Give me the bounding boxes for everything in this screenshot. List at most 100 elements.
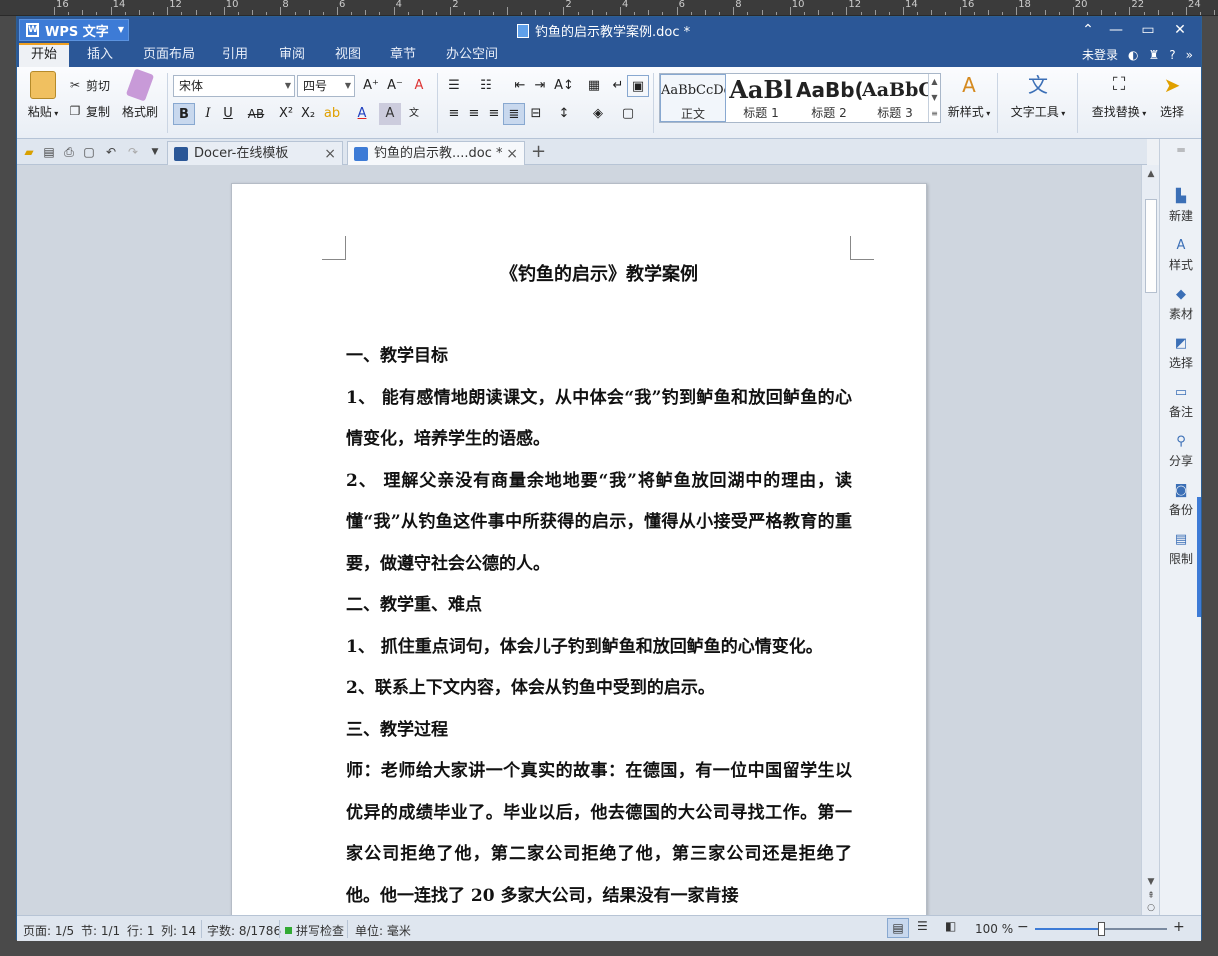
zoom-slider[interactable] — [1035, 922, 1167, 936]
strikethrough-icon[interactable]: AB — [243, 103, 269, 125]
zoom-out-icon[interactable]: − — [1017, 919, 1029, 935]
tab-view[interactable]: 视图 — [323, 43, 373, 67]
side-panel-menu-icon[interactable]: ═ — [1160, 143, 1202, 157]
side-material-button[interactable]: ◆ 素材 — [1160, 287, 1202, 322]
save-icon[interactable]: ▤ — [41, 144, 57, 160]
close-tab-icon[interactable]: × — [506, 142, 518, 166]
format-painter-button[interactable]: 格式刷 — [117, 68, 163, 120]
style-heading-2[interactable]: AaBb( 标题 2 — [796, 74, 862, 122]
browse-object-icon[interactable]: ○ — [1142, 903, 1160, 913]
side-select-button[interactable]: ◩ 选择 — [1160, 336, 1202, 371]
paragraph-shading-icon[interactable]: ◈ — [587, 103, 609, 125]
zoom-in-icon[interactable]: + — [1173, 919, 1185, 935]
side-backup-button[interactable]: ◙ 备份 — [1160, 483, 1202, 518]
side-new-button[interactable]: ▙ 新建 — [1160, 189, 1202, 224]
italic-icon[interactable]: I — [197, 103, 219, 125]
align-left-icon[interactable]: ≡ — [443, 103, 465, 125]
table-icon[interactable]: ▦ — [583, 75, 605, 97]
document-page[interactable]: 《钓鱼的启示》教学案例 一、教学目标 1、 能有感情地朗读课文，从中体会“我”钓… — [231, 183, 927, 915]
zoom-level[interactable]: 100 % — [975, 922, 1013, 936]
style-heading-3[interactable]: AaBbC 标题 3 — [862, 74, 928, 122]
decrease-indent-icon[interactable]: ⇤ — [509, 75, 531, 97]
close-tab-icon[interactable]: × — [324, 142, 336, 166]
zoom-slider-knob[interactable] — [1098, 922, 1105, 936]
highlight-icon[interactable]: ab — [321, 103, 343, 125]
subscript-icon[interactable]: X₂ — [297, 103, 319, 125]
shirt-icon[interactable]: ♜ — [1149, 48, 1160, 62]
new-tab-icon[interactable]: + — [531, 141, 546, 162]
side-panel-handle[interactable] — [1197, 497, 1201, 617]
close-button[interactable]: ✕ — [1169, 20, 1191, 40]
justify-icon[interactable]: ≣ — [503, 103, 525, 125]
maximize-button[interactable]: ▭ — [1137, 20, 1159, 40]
side-restrict-button[interactable]: ▤ 限制 — [1160, 532, 1202, 567]
redo-icon[interactable]: ↷ — [125, 144, 141, 160]
align-right-icon[interactable]: ≡ — [483, 103, 505, 125]
tab-office-space[interactable]: 办公空间 — [434, 43, 510, 67]
wps-app-menu-button[interactable]: W WPS 文字 ▼ — [19, 19, 129, 41]
print-preview-icon[interactable]: ▢ — [81, 144, 97, 160]
numbered-list-icon[interactable]: ☷ — [475, 75, 497, 97]
minimize-button[interactable]: — — [1105, 20, 1127, 40]
cut-button[interactable]: ✂ 剪切 — [67, 75, 110, 95]
tab-references[interactable]: 引用 — [210, 43, 260, 67]
web-view-icon[interactable]: ◧ — [945, 919, 956, 933]
bold-icon[interactable]: B — [173, 103, 195, 125]
increase-indent-icon[interactable]: ⇥ — [529, 75, 551, 97]
style-heading-1[interactable]: AaBl 标题 1 — [728, 74, 794, 122]
char-shading-icon[interactable]: A — [379, 103, 401, 125]
tab-docer[interactable]: Docer-在线模板 × — [167, 141, 343, 165]
text-tools-button[interactable]: 文 文字工具 ▾ — [1007, 71, 1069, 120]
page-view-icon[interactable]: ▤ — [887, 918, 909, 938]
menu-overflow-icon[interactable]: » — [1186, 48, 1193, 62]
distributed-icon[interactable]: ⊟ — [525, 103, 547, 125]
scroll-up-icon[interactable]: ▲ — [1142, 169, 1160, 179]
paragraph-mark-icon[interactable]: ↵ — [607, 75, 629, 97]
text-direction-icon[interactable]: A↕ — [553, 75, 575, 97]
style-normal[interactable]: AaBbCcDd 正文 — [660, 74, 726, 122]
bullet-list-icon[interactable]: ☰ — [443, 75, 465, 97]
style-gallery-scroll[interactable]: ▲ ▼ ≡ — [928, 74, 940, 122]
scroll-down-icon[interactable]: ▼ — [1142, 877, 1160, 887]
superscript-icon[interactable]: X² — [275, 103, 297, 125]
undo-icon[interactable]: ↶ — [103, 144, 119, 160]
status-word-count[interactable]: 字数: 8/1786 — [207, 922, 281, 939]
tab-review[interactable]: 审阅 — [267, 43, 317, 67]
grow-font-icon[interactable]: A⁺ — [360, 75, 382, 97]
open-icon[interactable]: ▰ — [21, 144, 37, 160]
side-style-button[interactable]: A 样式 — [1160, 238, 1202, 273]
show-layout-icon[interactable]: ▣ — [627, 75, 649, 97]
outline-view-icon[interactable]: ☰ — [917, 919, 928, 933]
line-spacing-icon[interactable]: ↕ — [553, 103, 575, 125]
login-link[interactable]: 未登录 — [1082, 46, 1118, 63]
font-size-select[interactable]: 四号 ▼ — [297, 75, 355, 97]
side-comment-button[interactable]: ▭ 备注 — [1160, 385, 1202, 420]
spell-check-button[interactable]: 拼写检查 — [285, 922, 344, 939]
tab-current-document[interactable]: 钓鱼的启示教....doc * × — [347, 141, 525, 165]
skin-icon[interactable]: ◐ — [1128, 48, 1138, 62]
scroll-thumb[interactable] — [1145, 199, 1157, 293]
tab-chapter[interactable]: 章节 — [378, 43, 428, 67]
vertical-scrollbar[interactable]: ▲ ▼ ⇞ ○ — [1141, 165, 1159, 915]
new-style-button[interactable]: A 新样式 ▾ — [947, 71, 991, 120]
borders-icon[interactable]: ▢ — [617, 103, 639, 125]
shrink-font-icon[interactable]: A⁻ — [384, 75, 406, 97]
find-replace-button[interactable]: ⛶ 查找替换 ▾ — [1087, 71, 1151, 120]
status-page[interactable]: 页面: 1/5 — [23, 922, 74, 939]
align-center-icon[interactable]: ≡ — [463, 103, 485, 125]
font-color-icon[interactable]: A — [351, 103, 373, 125]
clear-format-icon[interactable]: A — [408, 75, 430, 97]
select-button[interactable]: ➤ 选择 — [1155, 71, 1189, 120]
prev-page-icon[interactable]: ⇞ — [1142, 891, 1160, 901]
phonetic-guide-icon[interactable]: 文 — [403, 103, 425, 125]
copy-button[interactable]: ❐ 复制 — [67, 101, 110, 121]
underline-icon[interactable]: U — [217, 103, 239, 125]
tab-home[interactable]: 开始 — [19, 43, 70, 67]
document-body[interactable]: 《钓鱼的启示》教学案例 一、教学目标 1、 能有感情地朗读课文，从中体会“我”钓… — [346, 254, 852, 915]
paste-button[interactable]: 粘贴 ▾ — [23, 71, 63, 120]
print-icon[interactable]: ⎙ — [61, 144, 77, 160]
customize-toolbar-icon[interactable]: ▼ — [147, 144, 163, 160]
side-share-button[interactable]: ⚲ 分享 — [1160, 434, 1202, 469]
ribbon-collapse-button[interactable]: ⌃ — [1077, 20, 1099, 40]
tab-page-layout[interactable]: 页面布局 — [131, 43, 207, 67]
